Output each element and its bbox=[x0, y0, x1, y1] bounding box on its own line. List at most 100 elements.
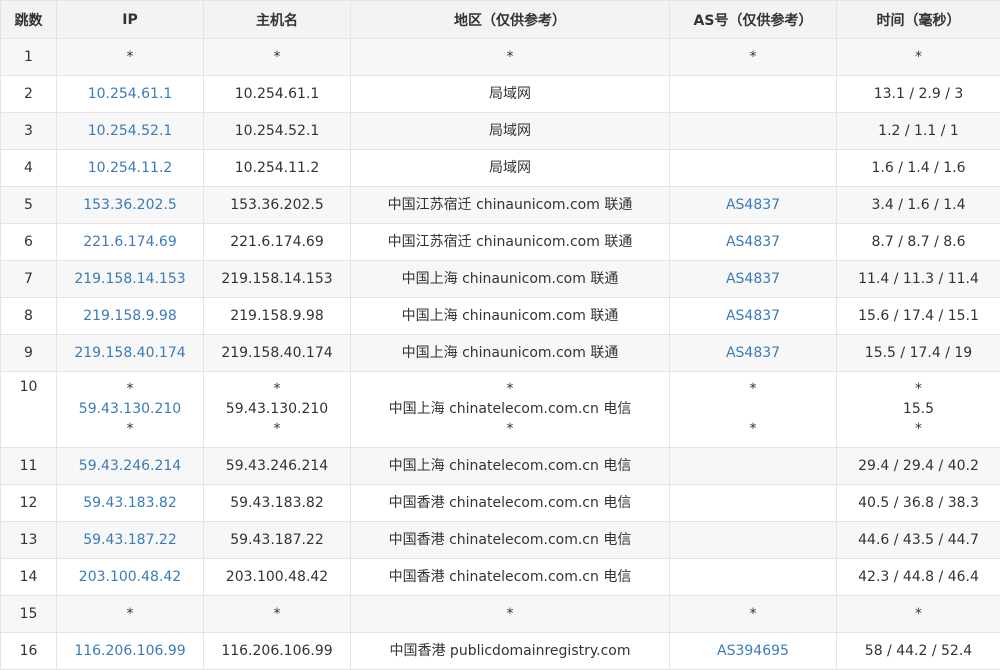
cell-hostname-value: 116.206.106.99 bbox=[221, 643, 333, 659]
hop-number: 9 bbox=[24, 345, 33, 361]
hop-number: 6 bbox=[24, 234, 33, 250]
cell-region: 局域网 bbox=[350, 112, 670, 150]
cell-as-value bbox=[670, 530, 836, 550]
hop-number: 1 bbox=[24, 49, 33, 65]
cell-region: 中国香港 chinatelecom.com.cn 电信 bbox=[350, 521, 670, 559]
cell-region: 中国上海 chinaunicom.com 联通 bbox=[350, 297, 670, 335]
hop-number: 14 bbox=[19, 569, 38, 585]
cell-hop: 12 bbox=[0, 484, 57, 522]
cell-region: 局域网 bbox=[350, 149, 670, 187]
cell-region-value: 中国香港 publicdomainregistry.com bbox=[389, 643, 631, 659]
cell-as-value: * bbox=[749, 49, 757, 65]
cell-ip: 10.254.11.2 bbox=[56, 149, 204, 187]
cell-region: 中国上海 chinaunicom.com 联通 bbox=[350, 334, 670, 372]
cell-hostname: 59.43.187.22 bbox=[203, 521, 351, 559]
cell-as-value bbox=[670, 84, 836, 104]
cell-ip-value[interactable]: 116.206.106.99 bbox=[57, 641, 203, 661]
cell-region: 中国上海 chinaunicom.com 联通 bbox=[350, 260, 670, 298]
cell-region: 中国江苏宿迁 chinaunicom.com 联通 bbox=[350, 223, 670, 261]
cell-time: 8.7 / 8.7 / 8.6 bbox=[836, 223, 1000, 261]
cell-as-value[interactable]: AS4837 bbox=[670, 306, 836, 326]
cell-time: 58 / 44.2 / 52.4 bbox=[836, 632, 1000, 670]
cell-hostname-value: 219.158.40.174 bbox=[221, 345, 333, 361]
cell-ip-value[interactable]: 153.36.202.5 bbox=[57, 195, 203, 215]
cell-hop: 7 bbox=[0, 260, 57, 298]
cell-hostname-value: 219.158.9.98 bbox=[230, 308, 324, 324]
cell-as: AS4837 bbox=[669, 297, 837, 335]
cell-region-value: 中国香港 chinatelecom.com.cn 电信 bbox=[388, 569, 632, 585]
table-row: 8 219.158.9.98 219.158.9.98 中国上海 chinaunico… bbox=[0, 297, 1000, 335]
hop-number: 15 bbox=[19, 606, 38, 622]
cell-as-value bbox=[670, 456, 836, 476]
cell-hostname: 59.43.246.214 bbox=[203, 447, 351, 485]
cell-as-value bbox=[670, 121, 836, 141]
cell-ip-value[interactable]: 219.158.14.153 bbox=[57, 269, 203, 289]
cell-region-value: 局域网 bbox=[489, 86, 531, 102]
cell-hop: 3 bbox=[0, 112, 57, 150]
cell-time-value: * bbox=[915, 606, 922, 622]
cell-time: * 15.5 * bbox=[836, 371, 1000, 448]
cell-hostname-value: 221.6.174.69 bbox=[230, 234, 324, 250]
cell-hop: 4 bbox=[0, 149, 57, 187]
cell-as-value[interactable]: AS4837 bbox=[670, 232, 836, 252]
cell-ip-value[interactable]: 219.158.40.174 bbox=[57, 343, 203, 363]
cell-ip: 116.206.106.99 bbox=[56, 632, 204, 670]
cell-ip-value[interactable]: 203.100.48.42 bbox=[57, 567, 203, 587]
cell-hostname: 219.158.14.153 bbox=[203, 260, 351, 298]
cell-region-value: 中国上海 chinatelecom.com.cn 电信 bbox=[388, 458, 632, 474]
table-header-row: 跳数 IP 主机名 地区（仅供参考） AS号（仅供参考） 时间（毫秒） bbox=[0, 0, 1000, 39]
table-row: 14 203.100.48.42 203.100.48.42 中国香港 chinate… bbox=[0, 558, 1000, 596]
cell-as: * * bbox=[669, 371, 837, 448]
cell-region-value: * bbox=[506, 606, 514, 622]
cell-ip-value[interactable]: 219.158.9.98 bbox=[57, 306, 203, 326]
cell-as-value[interactable]: AS4837 bbox=[670, 269, 836, 289]
cell-hostname: * 59.43.130.210 * bbox=[203, 371, 351, 448]
cell-region: * 中国上海 chinatelecom.com.cn 电信 * bbox=[350, 371, 670, 448]
cell-ip-value: * bbox=[126, 606, 134, 622]
cell-ip-value[interactable]: 221.6.174.69 bbox=[57, 232, 203, 252]
cell-time-value: * bbox=[915, 49, 922, 65]
cell-ip: 203.100.48.42 bbox=[56, 558, 204, 596]
cell-region: * bbox=[350, 595, 670, 633]
cell-ip-value[interactable]: 10.254.61.1 bbox=[57, 84, 203, 104]
cell-ip-value[interactable]: 59.43.187.22 bbox=[57, 530, 203, 550]
cell-time-value: * bbox=[915, 381, 922, 397]
cell-region-value: 中国上海 chinaunicom.com 联通 bbox=[401, 271, 619, 287]
cell-as: AS4837 bbox=[669, 334, 837, 372]
cell-time-value: 15.5 bbox=[902, 401, 935, 417]
cell-time-value: 13.1 / 2.9 / 3 bbox=[873, 86, 964, 102]
cell-ip-value[interactable]: 59.43.130.210 bbox=[57, 399, 203, 419]
cell-as-value[interactable]: AS4837 bbox=[670, 195, 836, 215]
cell-region-value: 中国江苏宿迁 chinaunicom.com 联通 bbox=[387, 197, 633, 213]
cell-hostname-value: 219.158.14.153 bbox=[221, 271, 333, 287]
cell-region: 中国香港 chinatelecom.com.cn 电信 bbox=[350, 558, 670, 596]
hop-number: 5 bbox=[24, 197, 33, 213]
cell-region-value: 中国香港 chinatelecom.com.cn 电信 bbox=[388, 532, 632, 548]
cell-ip: 153.36.202.5 bbox=[56, 186, 204, 224]
cell-ip-value[interactable]: 59.43.183.82 bbox=[57, 493, 203, 513]
cell-hostname: * bbox=[203, 38, 351, 76]
cell-time: 15.5 / 17.4 / 19 bbox=[836, 334, 1000, 372]
cell-as bbox=[669, 75, 837, 113]
cell-ip-value[interactable]: 10.254.52.1 bbox=[57, 121, 203, 141]
cell-as bbox=[669, 112, 837, 150]
cell-ip-value[interactable]: 59.43.246.214 bbox=[57, 456, 203, 476]
cell-ip: * 59.43.130.210 * bbox=[56, 371, 204, 448]
cell-as-value[interactable]: AS4837 bbox=[670, 343, 836, 363]
cell-as: AS4837 bbox=[669, 186, 837, 224]
table-row: 9 219.158.40.174 219.158.40.174 中国上海 chinau… bbox=[0, 334, 1000, 372]
cell-region-value: * bbox=[506, 421, 514, 437]
cell-hostname-value: 10.254.61.1 bbox=[234, 86, 320, 102]
cell-as-value[interactable]: AS394695 bbox=[670, 641, 836, 661]
cell-region: 中国香港 publicdomainregistry.com bbox=[350, 632, 670, 670]
hop-number: 3 bbox=[24, 123, 33, 139]
cell-hostname-value: * bbox=[273, 49, 281, 65]
header-as: AS号（仅供参考） bbox=[669, 0, 837, 39]
cell-time-value: 1.6 / 1.4 / 1.6 bbox=[871, 160, 966, 176]
cell-hostname: 59.43.183.82 bbox=[203, 484, 351, 522]
cell-as-value bbox=[670, 399, 836, 419]
cell-ip-value[interactable]: 10.254.11.2 bbox=[57, 158, 203, 178]
cell-hop: 10 bbox=[0, 371, 57, 448]
cell-hop: 14 bbox=[0, 558, 57, 596]
cell-time-value: 58 / 44.2 / 52.4 bbox=[864, 643, 973, 659]
